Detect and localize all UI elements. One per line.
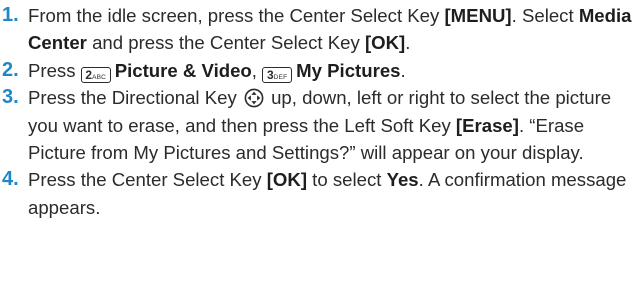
my-pictures-label: My Pictures [296,59,401,81]
directional-key-icon [244,88,264,108]
step-number: 2. [2,58,19,81]
step-text: to select [307,169,387,191]
step-text: Press [28,59,76,81]
keypad-2-abc-icon: 2ABC [80,66,111,83]
picture-video-label: Picture & Video [114,59,252,81]
step-1: 1. From the idle screen, press the Cente… [0,2,635,57]
step-number: 1. [2,4,19,26]
step-text: From the idle screen, press the Center S… [28,5,445,26]
steps-list: 1. From the idle screen, press the Cente… [0,2,635,221]
step-2: 2. Press 2ABC Picture & Video, 3DEF My Pic… [0,57,635,84]
ok-key-label: [OK] [364,32,406,54]
step-text: . [405,32,411,54]
step-3: 3. Press the Directional Key up, down, l… [0,84,635,166]
erase-softkey-label: [Erase] [455,114,519,136]
step-text: , [251,59,257,81]
step-text: . [400,59,406,81]
ok-key-label: [OK] [266,169,308,191]
instruction-document: 1. From the idle screen, press the Cente… [0,0,635,284]
keypad-3-def-icon: 3DEF [262,66,293,83]
step-number: 3. [2,86,19,109]
menu-key-label: [MENU] [444,5,512,26]
step-4: 4. Press the Center Select Key [OK] to s… [0,166,635,221]
yes-option-label: Yes [386,169,419,191]
step-text: . Select [511,5,579,26]
step-text: and press the Center Select Key [86,32,365,54]
step-text: Press the Directional Key [28,87,242,109]
step-number: 4. [2,168,19,191]
step-text: Press the Center Select Key [28,169,267,191]
